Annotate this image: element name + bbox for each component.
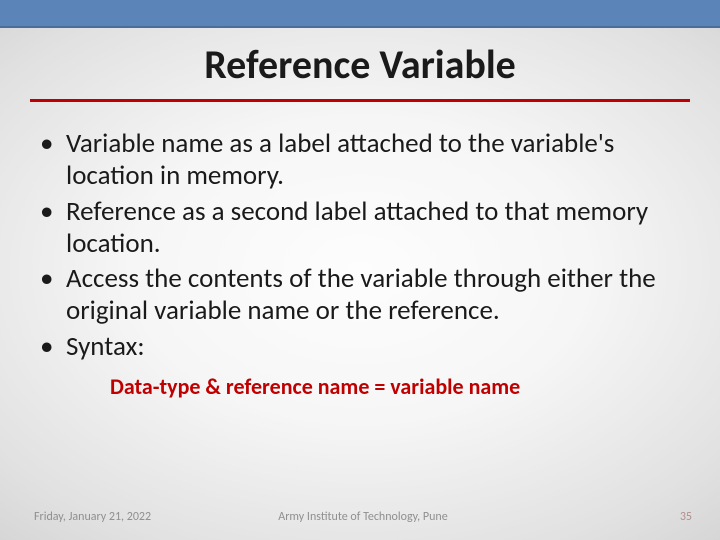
bullet-item: Reference as a second label attached to … bbox=[34, 196, 680, 260]
bullet-item: Variable name as a label attached to the… bbox=[34, 128, 680, 192]
accent-top-bar bbox=[0, 0, 720, 28]
footer-organization: Army Institute of Technology, Pune bbox=[253, 510, 472, 524]
footer-date: Friday, January 21, 2022 bbox=[34, 510, 253, 524]
title-block: Reference Variable bbox=[0, 40, 720, 102]
footer: Friday, January 21, 2022 Army Institute … bbox=[34, 510, 692, 524]
slide: Reference Variable Variable name as a la… bbox=[0, 0, 720, 540]
bullet-item: Syntax: bbox=[34, 331, 680, 363]
syntax-definition: Data-type & reference name = variable na… bbox=[110, 373, 680, 400]
content-area: Variable name as a label attached to the… bbox=[34, 128, 680, 400]
footer-page-number: 35 bbox=[473, 510, 692, 524]
title-underline bbox=[30, 99, 690, 102]
slide-title: Reference Variable bbox=[194, 40, 526, 95]
bullet-item: Access the contents of the variable thro… bbox=[34, 263, 680, 327]
bullet-list: Variable name as a label attached to the… bbox=[34, 128, 680, 363]
